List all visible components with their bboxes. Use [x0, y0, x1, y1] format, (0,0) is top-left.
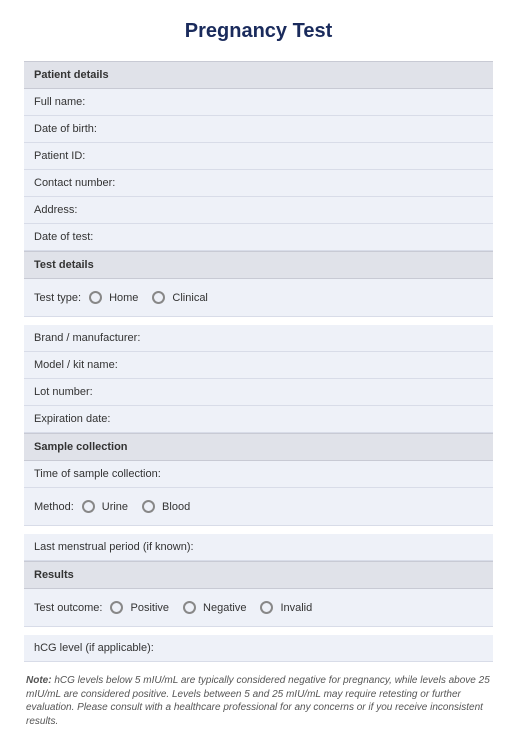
section-header-results: Results: [24, 561, 493, 589]
radio-blood-label: Blood: [162, 501, 190, 513]
note-label: Note:: [26, 675, 52, 686]
radio-home-label: Home: [109, 292, 138, 304]
note-text: Note: hCG levels below 5 mIU/mL are typi…: [24, 674, 493, 728]
field-date-of-test[interactable]: Date of test:: [24, 224, 493, 251]
radio-urine[interactable]: Urine: [82, 500, 128, 513]
radio-invalid-label: Invalid: [280, 602, 312, 614]
radio-circle-icon: [152, 291, 165, 304]
radio-negative[interactable]: Negative: [183, 601, 246, 614]
radio-clinical-label: Clinical: [172, 292, 207, 304]
radio-circle-icon: [260, 601, 273, 614]
section-header-test: Test details: [24, 251, 493, 279]
section-header-patient: Patient details: [24, 61, 493, 89]
field-brand[interactable]: Brand / manufacturer:: [24, 325, 493, 352]
field-sample-time[interactable]: Time of sample collection:: [24, 461, 493, 488]
radio-circle-icon: [89, 291, 102, 304]
field-patient-id[interactable]: Patient ID:: [24, 143, 493, 170]
radio-invalid[interactable]: Invalid: [260, 601, 312, 614]
outcome-label: Test outcome:: [34, 602, 102, 614]
method-label: Method:: [34, 501, 74, 513]
radio-circle-icon: [110, 601, 123, 614]
field-full-name[interactable]: Full name:: [24, 89, 493, 116]
field-lot[interactable]: Lot number:: [24, 379, 493, 406]
field-model[interactable]: Model / kit name:: [24, 352, 493, 379]
radio-circle-icon: [142, 500, 155, 513]
field-outcome: Test outcome: Positive Negative Invalid: [24, 589, 493, 627]
radio-urine-label: Urine: [102, 501, 128, 513]
radio-home[interactable]: Home: [89, 291, 138, 304]
radio-circle-icon: [183, 601, 196, 614]
radio-clinical[interactable]: Clinical: [152, 291, 207, 304]
page-title: Pregnancy Test: [24, 20, 493, 43]
field-last-period[interactable]: Last menstrual period (if known):: [24, 534, 493, 561]
field-address[interactable]: Address:: [24, 197, 493, 224]
radio-positive-label: Positive: [130, 602, 169, 614]
field-dob[interactable]: Date of birth:: [24, 116, 493, 143]
test-type-label: Test type:: [34, 292, 81, 304]
section-header-sample: Sample collection: [24, 433, 493, 461]
field-expiration[interactable]: Expiration date:: [24, 406, 493, 433]
radio-circle-icon: [82, 500, 95, 513]
radio-positive[interactable]: Positive: [110, 601, 169, 614]
field-hcg[interactable]: hCG level (if applicable):: [24, 635, 493, 662]
field-method: Method: Urine Blood: [24, 488, 493, 526]
field-contact[interactable]: Contact number:: [24, 170, 493, 197]
radio-blood[interactable]: Blood: [142, 500, 190, 513]
note-body: hCG levels below 5 mIU/mL are typically …: [26, 675, 490, 727]
radio-negative-label: Negative: [203, 602, 246, 614]
field-test-type: Test type: Home Clinical: [24, 279, 493, 317]
